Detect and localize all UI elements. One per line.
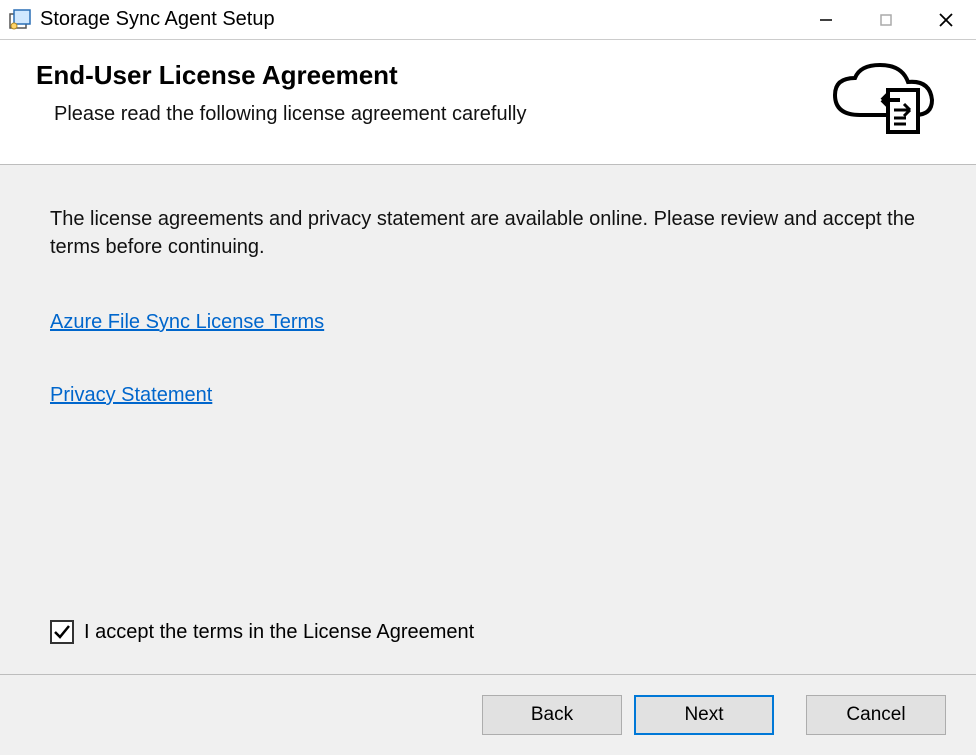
- header: End-User License Agreement Please read t…: [0, 40, 976, 165]
- cloud-sync-icon: [830, 60, 940, 140]
- accept-label: I accept the terms in the License Agreem…: [84, 621, 474, 644]
- intro-text: The license agreements and privacy state…: [50, 205, 926, 261]
- installer-icon: [8, 8, 32, 32]
- cancel-button[interactable]: Cancel: [806, 695, 946, 735]
- titlebar: Storage Sync Agent Setup: [0, 0, 976, 40]
- page-title: End-User License Agreement: [36, 60, 527, 91]
- content-area: The license agreements and privacy state…: [0, 165, 976, 675]
- back-button[interactable]: Back: [482, 695, 622, 735]
- next-button[interactable]: Next: [634, 695, 774, 735]
- license-terms-link[interactable]: Azure File Sync License Terms: [50, 311, 324, 334]
- privacy-statement-link[interactable]: Privacy Statement: [50, 384, 212, 407]
- accept-checkbox[interactable]: [50, 620, 74, 644]
- close-button[interactable]: [916, 0, 976, 40]
- accept-row: I accept the terms in the License Agreem…: [50, 620, 474, 644]
- footer: Back Next Cancel: [0, 675, 976, 755]
- window-title: Storage Sync Agent Setup: [40, 8, 275, 31]
- maximize-button[interactable]: [856, 0, 916, 40]
- minimize-button[interactable]: [796, 0, 856, 40]
- page-subtitle: Please read the following license agreem…: [36, 103, 527, 126]
